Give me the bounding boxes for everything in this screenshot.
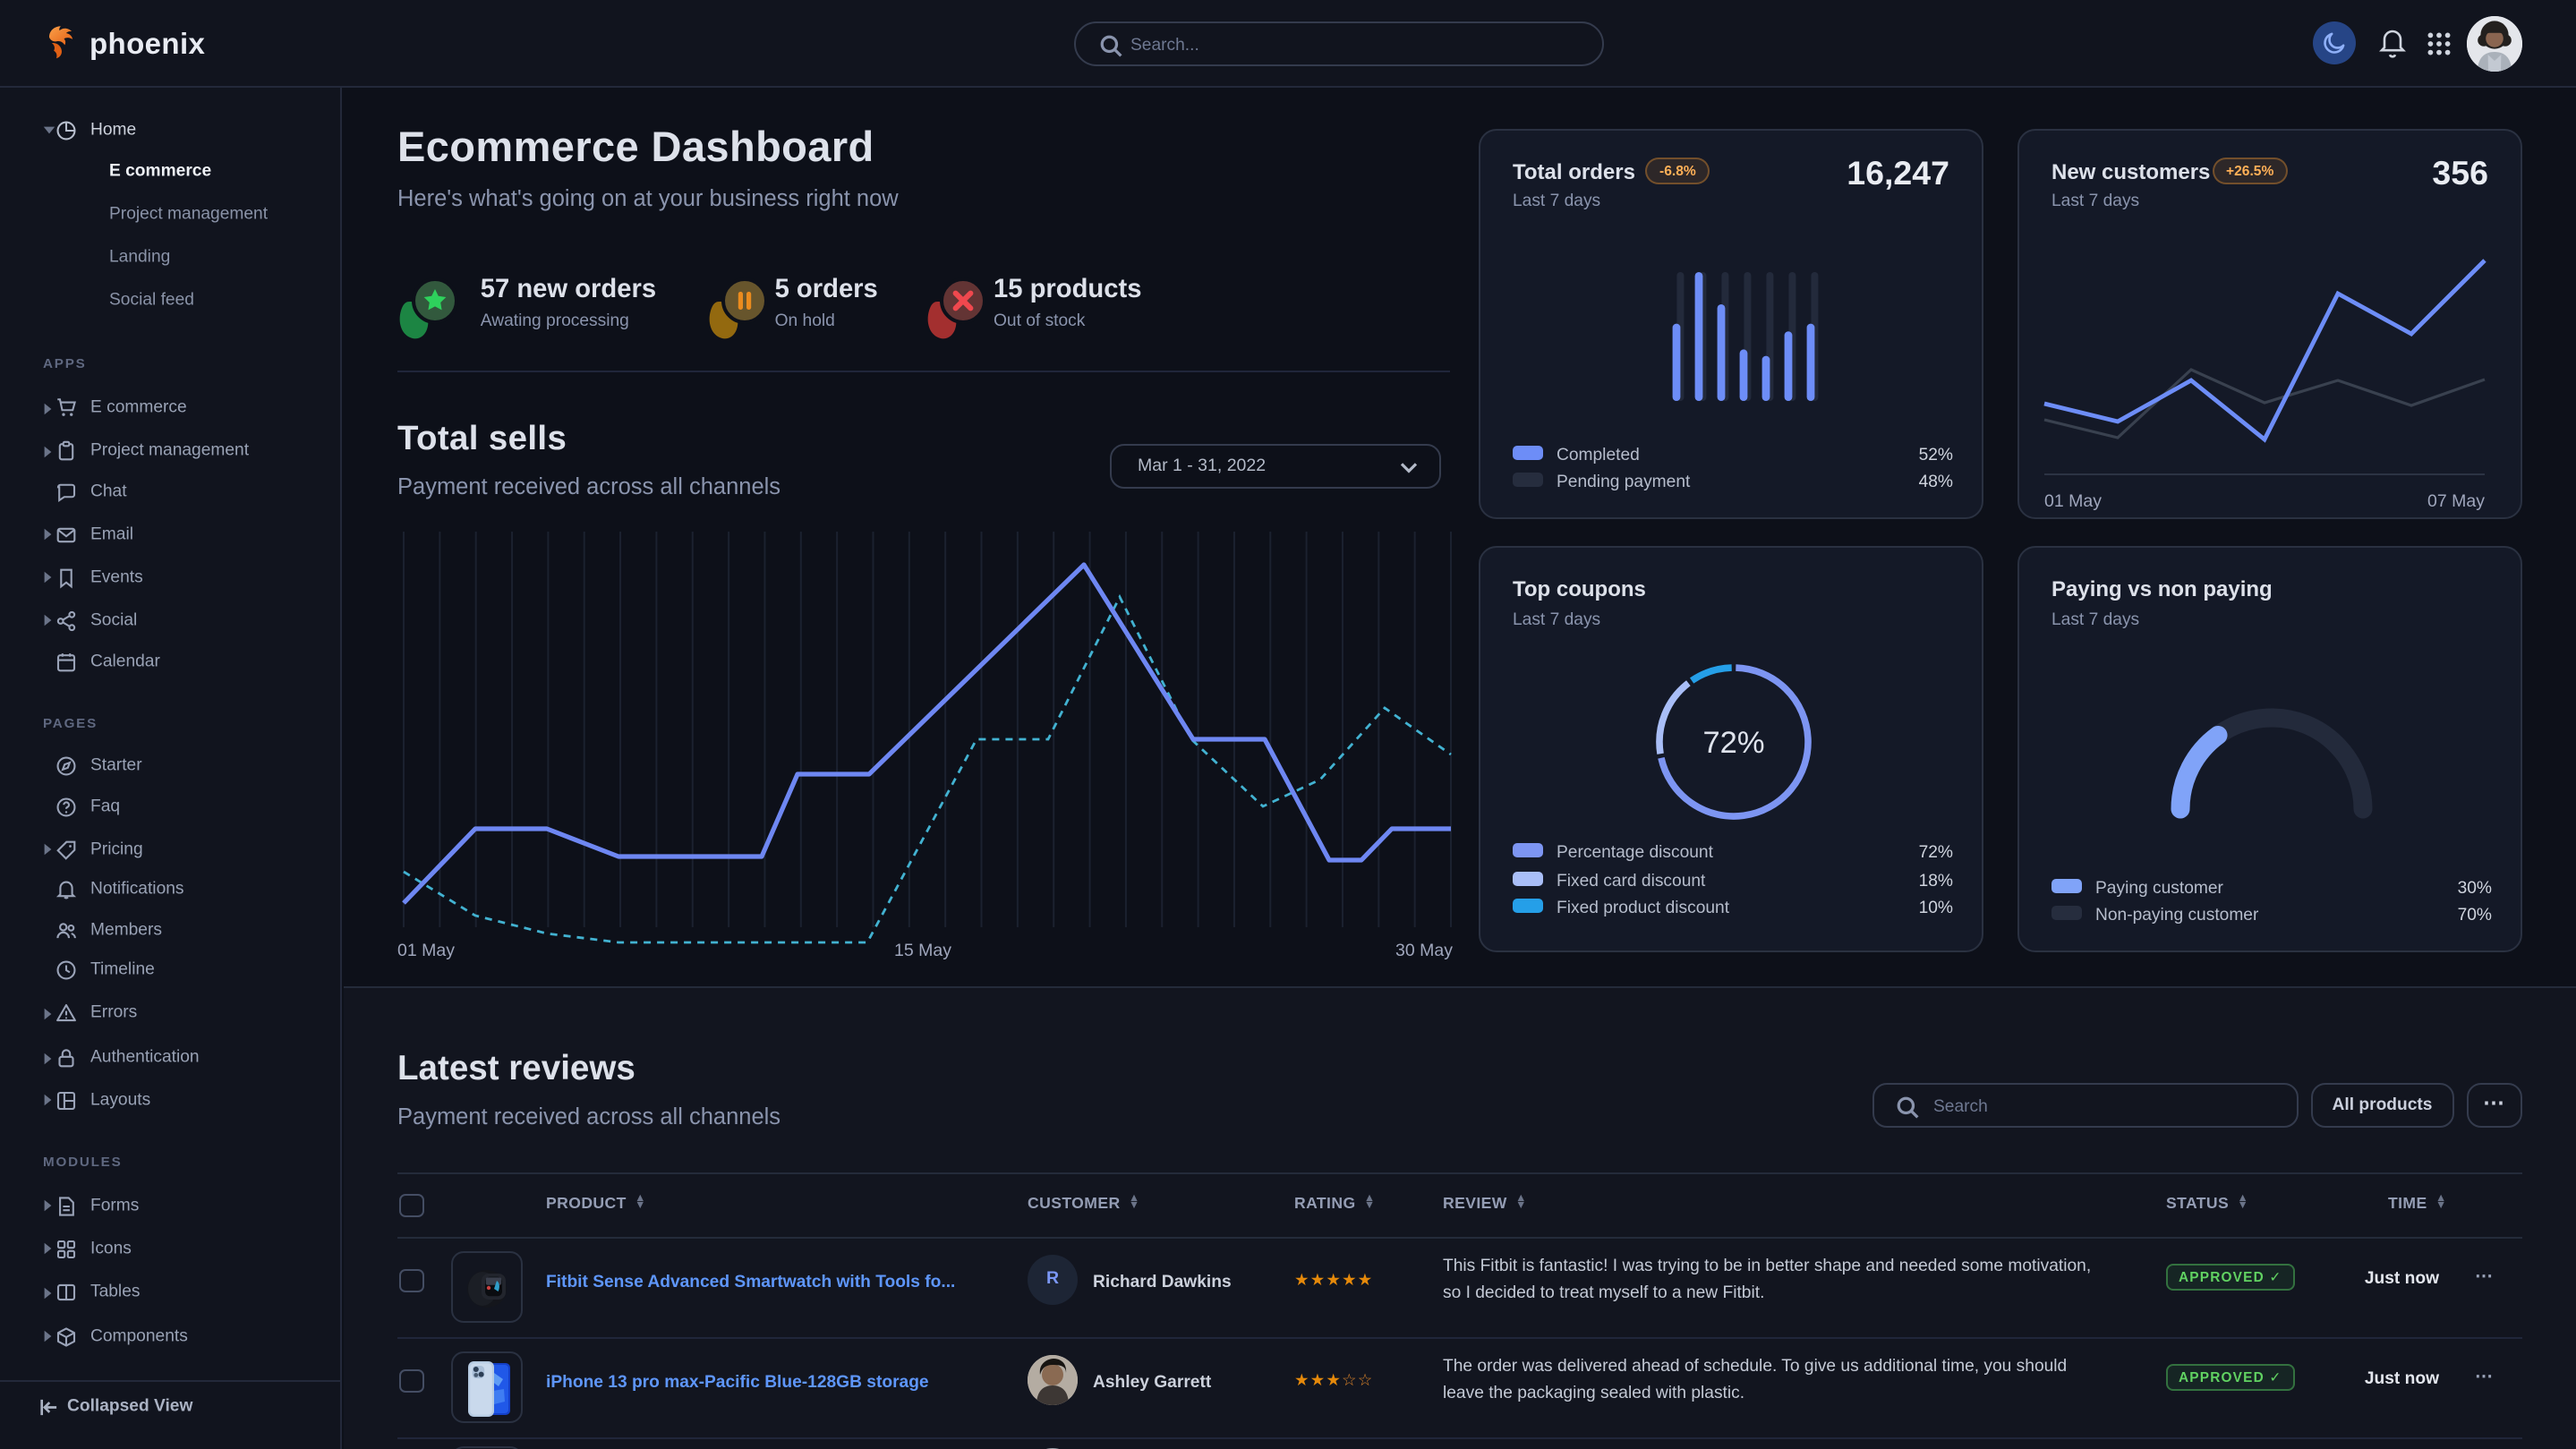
svg-text:07 May: 07 May (2427, 490, 2485, 510)
svg-text:01 May: 01 May (2044, 490, 2102, 510)
svg-text:72%: 72% (1702, 726, 1764, 760)
